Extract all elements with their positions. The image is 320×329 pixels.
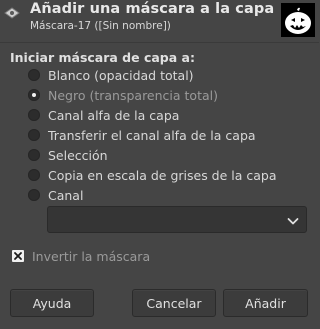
init-mask-heading: Iniciar máscara de capa a: xyxy=(10,50,195,65)
dialog-subtitle: Máscara-17 ([Sin nombre]) xyxy=(30,20,171,32)
channel-select[interactable] xyxy=(47,206,307,233)
radio-label: Canal alfa de la capa xyxy=(48,107,180,123)
invert-mask-checkbox[interactable] xyxy=(12,250,24,262)
radio-indicator[interactable] xyxy=(28,109,40,121)
header-divider xyxy=(0,42,319,43)
help-button[interactable]: Ayuda xyxy=(10,289,94,317)
radio-indicator[interactable] xyxy=(28,169,40,181)
mask-preview-thumbnail xyxy=(281,3,315,37)
radio-label: Selección xyxy=(48,147,108,163)
radio-transfer-alpha-channel[interactable]: Transferir el canal alfa de la capa xyxy=(28,126,256,144)
radio-label: Copia en escala de grises de la capa xyxy=(48,167,277,183)
radio-indicator[interactable] xyxy=(28,129,40,141)
dialog-title: Añadir una máscara a la capa xyxy=(30,1,275,17)
invert-mask-option[interactable]: Invertir la máscara xyxy=(12,247,150,265)
radio-channel[interactable]: Canal xyxy=(28,186,83,204)
cancel-button[interactable]: Cancelar xyxy=(132,289,216,317)
radio-label: Canal xyxy=(48,187,84,203)
chevron-down-icon[interactable] xyxy=(286,213,300,227)
gimp-icon xyxy=(4,4,20,19)
radio-indicator[interactable] xyxy=(28,189,40,201)
radio-indicator-selected[interactable] xyxy=(28,89,40,101)
radio-selection[interactable]: Selección xyxy=(28,146,108,164)
add-layer-mask-dialog: Añadir una máscara a la capa Máscara-17 … xyxy=(0,0,319,329)
invert-mask-label: Invertir la máscara xyxy=(32,248,151,264)
radio-indicator[interactable] xyxy=(28,149,40,161)
radio-layer-alpha-channel[interactable]: Canal alfa de la capa xyxy=(28,106,179,124)
radio-label: Negro (transparencia total) xyxy=(48,87,218,103)
radio-white-full-opacity[interactable]: Blanco (opacidad total) xyxy=(28,66,194,84)
dialog-header: Añadir una máscara a la capa Máscara-17 … xyxy=(0,0,319,40)
check-x-icon xyxy=(14,252,22,260)
radio-black-full-transparency[interactable]: Negro (transparencia total) xyxy=(28,86,218,104)
radio-indicator[interactable] xyxy=(28,69,40,81)
radio-grayscale-copy[interactable]: Copia en escala de grises de la capa xyxy=(28,166,277,184)
add-button[interactable]: Añadir xyxy=(223,289,308,317)
radio-label: Blanco (opacidad total) xyxy=(48,67,194,83)
radio-label: Transferir el canal alfa de la capa xyxy=(48,127,256,143)
